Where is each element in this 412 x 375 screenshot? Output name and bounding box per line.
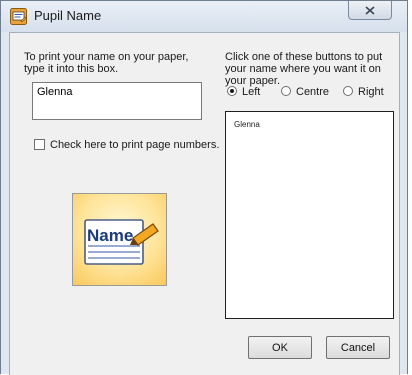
name-input[interactable]: Glenna — [32, 82, 202, 120]
dialog-window: Pupil Name To print your name on your pa… — [0, 0, 408, 375]
radio-right[interactable] — [343, 86, 353, 96]
radio-centre-label[interactable]: Centre — [296, 86, 329, 98]
position-instruction: Click one of these buttons to put your n… — [225, 51, 383, 87]
page-numbers-label[interactable]: Check here to print page numbers. — [50, 139, 219, 151]
name-instruction: To print your name on your paper, type i… — [24, 51, 189, 75]
radio-right-label[interactable]: Right — [358, 86, 384, 98]
name-image-label: Name — [87, 226, 134, 245]
preview-text: Glenna — [234, 120, 260, 129]
close-button[interactable] — [348, 1, 392, 20]
radio-left[interactable] — [227, 86, 237, 96]
radio-left-label[interactable]: Left — [242, 86, 260, 98]
dialog-client: To print your name on your paper, type i… — [9, 32, 400, 375]
page-numbers-checkbox[interactable] — [34, 139, 45, 150]
name-preview: Glenna — [225, 111, 394, 319]
cancel-button[interactable]: Cancel — [326, 336, 390, 359]
name-image: Name — [72, 193, 167, 286]
title-bar[interactable]: Pupil Name — [1, 1, 407, 32]
ok-button[interactable]: OK — [248, 336, 312, 359]
radio-centre[interactable] — [281, 86, 291, 96]
close-icon — [365, 5, 375, 15]
window-title: Pupil Name — [34, 8, 102, 23]
app-icon — [10, 8, 27, 25]
